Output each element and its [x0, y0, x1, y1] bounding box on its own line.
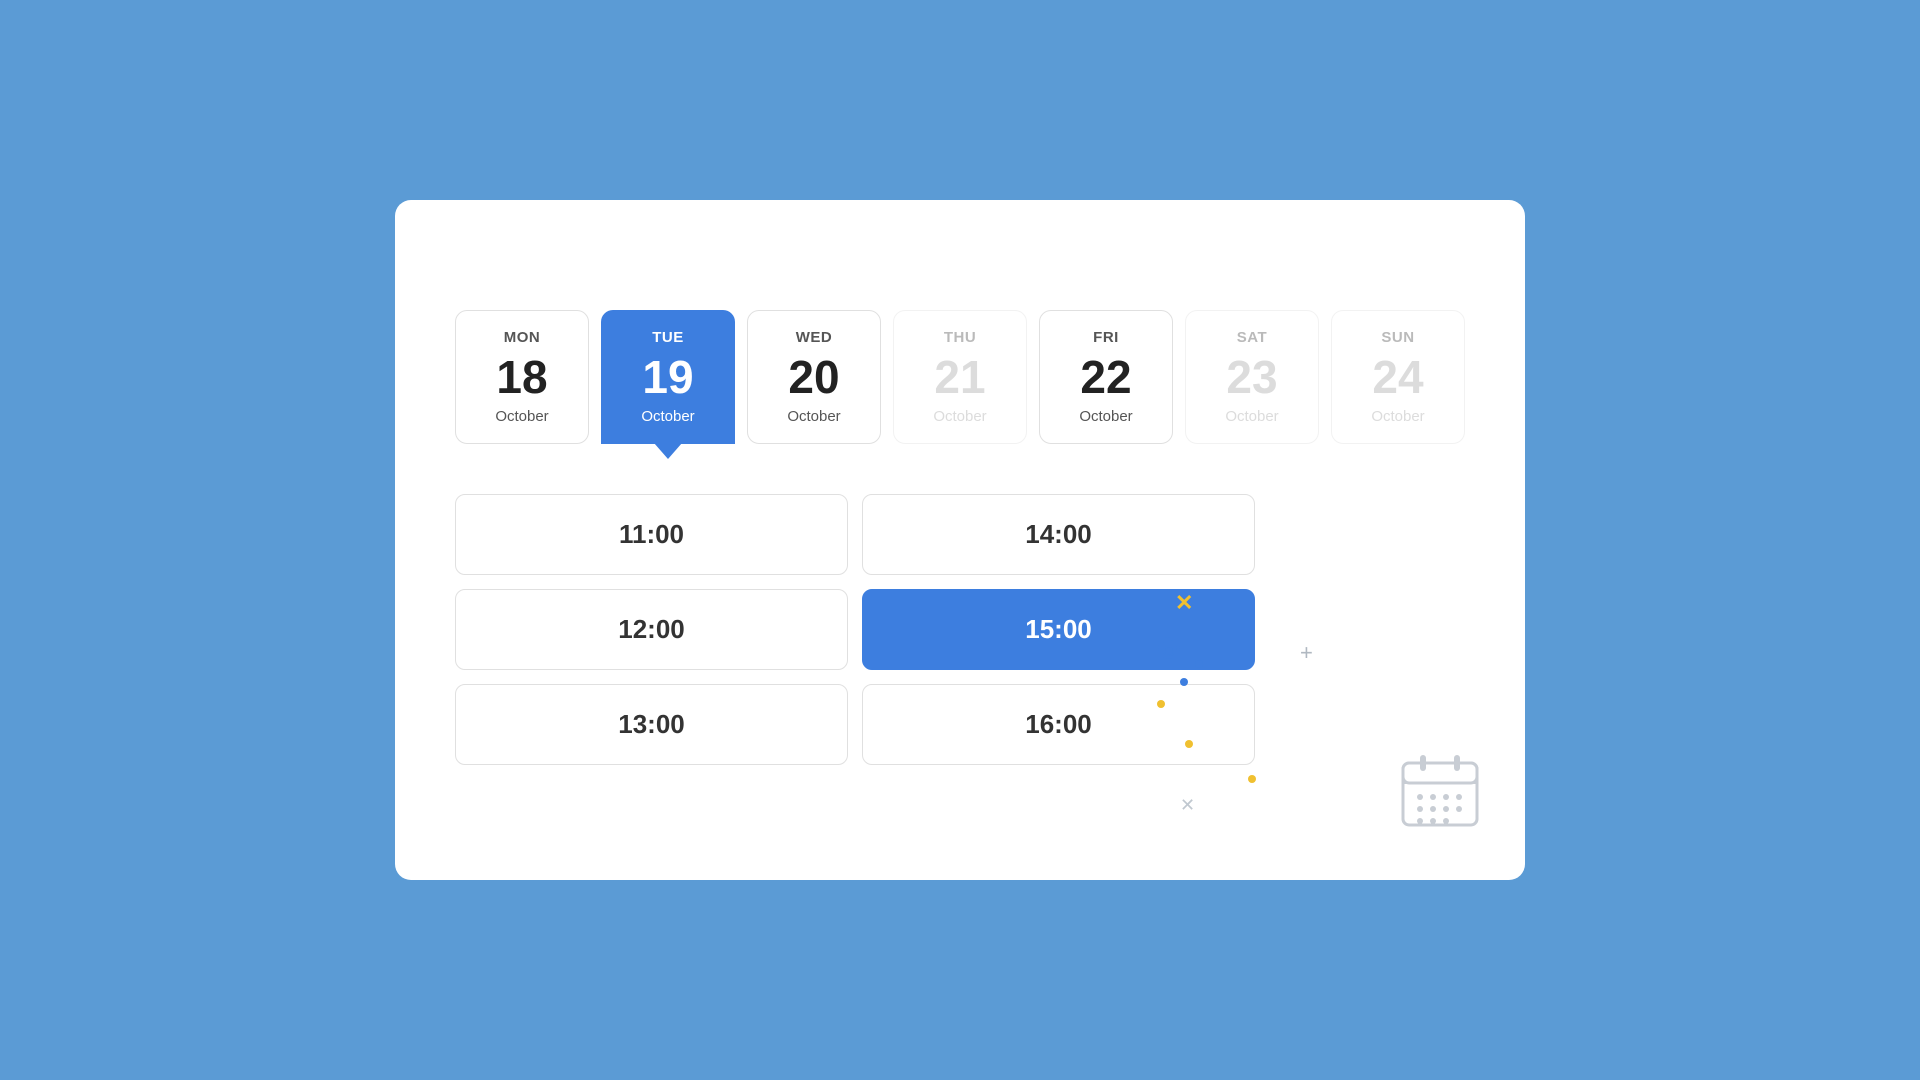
time-label: 15:00 [1025, 614, 1092, 644]
main-card: MON 18 October TUE 19 October WED 20 Oct… [395, 200, 1525, 880]
month-name: October [612, 408, 724, 425]
day-number: 24 [1342, 354, 1454, 400]
day-name: SAT [1196, 329, 1308, 346]
day-name: WED [758, 329, 870, 346]
day-name: THU [904, 329, 1016, 346]
time-label: 11:00 [619, 519, 684, 549]
month-name: October [1196, 408, 1308, 425]
gray-x-icon: ✕ [1180, 795, 1195, 816]
date-cell-sat: SAT 23 October [1185, 310, 1319, 444]
calendar-icon [1395, 745, 1485, 840]
time-cell-t1100[interactable]: 11:00 [455, 494, 848, 575]
month-name: October [904, 408, 1016, 425]
day-name: FRI [1050, 329, 1162, 346]
time-label: 13:00 [618, 709, 685, 739]
month-name: October [1050, 408, 1162, 425]
time-grid: 11:00 14:00 12:00 15:00 13:00 16:00 [455, 494, 1255, 765]
day-name: SUN [1342, 329, 1454, 346]
day-number: 19 [612, 354, 724, 400]
yellow-x-icon: ✕ [1175, 590, 1193, 616]
time-label: 14:00 [1025, 519, 1092, 549]
date-cell-fri[interactable]: FRI 22 October [1039, 310, 1173, 444]
month-name: October [466, 408, 578, 425]
time-cell-t1300[interactable]: 13:00 [455, 684, 848, 765]
date-cell-thu: THU 21 October [893, 310, 1027, 444]
day-name: MON [466, 329, 578, 346]
dot-4 [1157, 700, 1165, 708]
date-cell-sun: SUN 24 October [1331, 310, 1465, 444]
day-number: 23 [1196, 354, 1308, 400]
dot-2 [1195, 660, 1203, 668]
date-cell-tue[interactable]: TUE 19 October [601, 310, 735, 444]
time-label: 16:00 [1025, 709, 1092, 739]
date-picker-row: MON 18 October TUE 19 October WED 20 Oct… [455, 310, 1465, 444]
day-number: 22 [1050, 354, 1162, 400]
dot-6 [1248, 775, 1256, 783]
time-cell-t1500[interactable]: 15:00 [862, 589, 1255, 670]
time-label: 12:00 [618, 614, 685, 644]
plus-icon: + [1300, 640, 1313, 666]
time-cell-t1400[interactable]: 14:00 [862, 494, 1255, 575]
dot-3 [1180, 678, 1188, 686]
day-number: 20 [758, 354, 870, 400]
date-cell-mon[interactable]: MON 18 October [455, 310, 589, 444]
day-name: TUE [612, 329, 724, 346]
date-cell-wed[interactable]: WED 20 October [747, 310, 881, 444]
day-number: 21 [904, 354, 1016, 400]
month-name: October [1342, 408, 1454, 425]
day-number: 18 [466, 354, 578, 400]
month-name: October [758, 408, 870, 425]
time-cell-t1600[interactable]: 16:00 [862, 684, 1255, 765]
dot-5 [1185, 740, 1193, 748]
dot-1 [1165, 647, 1173, 655]
time-cell-t1200[interactable]: 12:00 [455, 589, 848, 670]
